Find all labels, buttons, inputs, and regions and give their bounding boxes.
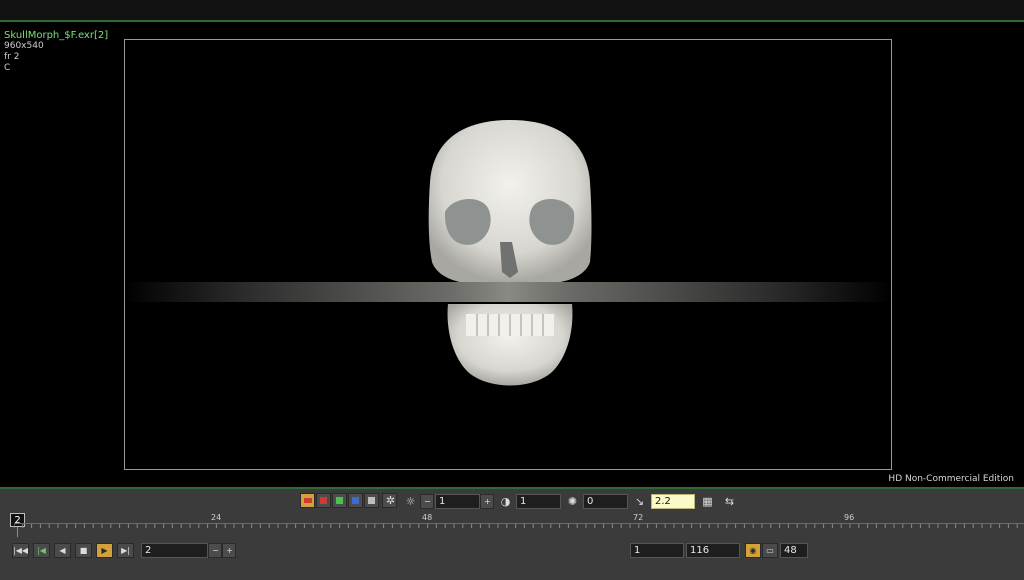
offset-icon: ✺ bbox=[567, 495, 578, 508]
clock-icon: ◉ bbox=[749, 546, 757, 555]
skip-back-icon: |◀◀ bbox=[13, 546, 28, 555]
step-forward-icon: ▶| bbox=[121, 546, 130, 555]
stop-icon: ■ bbox=[79, 546, 88, 555]
plus-icon: + bbox=[484, 497, 491, 506]
alpha-channel-button[interactable] bbox=[364, 493, 379, 508]
green-swatch-icon bbox=[336, 497, 343, 504]
gain-decrement-button[interactable]: − bbox=[420, 494, 434, 509]
gain-increment-button[interactable]: + bbox=[480, 494, 494, 509]
blue-channel-button[interactable] bbox=[348, 493, 363, 508]
skull-image bbox=[428, 120, 592, 386]
fps-icon: ▭ bbox=[766, 546, 774, 555]
play-icon: ▶ bbox=[101, 546, 108, 555]
offset-field[interactable]: 0 bbox=[583, 494, 628, 509]
play-reverse-button[interactable]: ◀ bbox=[54, 543, 71, 558]
realtime-toggle[interactable]: ◉ bbox=[745, 543, 761, 558]
lut-settings-button[interactable]: ✲ bbox=[382, 493, 397, 508]
minus-icon: − bbox=[212, 546, 219, 555]
range-end-field[interactable]: 116 bbox=[686, 543, 740, 558]
display-gamma-icon: ↘ bbox=[634, 495, 645, 508]
range-start-field[interactable]: 1 bbox=[630, 543, 684, 558]
tick-label: 24 bbox=[211, 513, 222, 522]
fps-mode-button[interactable]: ▭ bbox=[762, 543, 778, 558]
gear-icon: ✲ bbox=[385, 494, 396, 507]
step-back-icon: |◀ bbox=[37, 546, 46, 555]
alpha-icon bbox=[368, 497, 375, 504]
tick-label: 72 bbox=[633, 513, 644, 522]
green-channel-button[interactable] bbox=[332, 493, 347, 508]
step-back-button[interactable]: |◀ bbox=[33, 543, 50, 558]
fps-field[interactable]: 48 bbox=[780, 543, 808, 558]
viewer-options-icon[interactable]: ⇆ bbox=[722, 494, 737, 509]
frame-increment-button[interactable]: + bbox=[222, 543, 236, 558]
viewer-controls: ✲ ☼ − 1 + ◑ 1 ✺ 0 ↘ 2.2 ▦ ⇆ 2 24 48 72 9… bbox=[0, 487, 1024, 580]
go-to-start-button[interactable]: |◀◀ bbox=[12, 543, 29, 558]
exposure-icon: ☼ bbox=[405, 495, 416, 508]
play-forward-button[interactable]: ▶ bbox=[96, 543, 113, 558]
tick-label: 48 bbox=[422, 513, 433, 522]
plus-icon: + bbox=[226, 546, 233, 555]
wipe-strip bbox=[124, 282, 892, 302]
blue-swatch-icon bbox=[352, 497, 359, 504]
frame-decrement-button[interactable]: − bbox=[208, 543, 222, 558]
minus-icon: − bbox=[424, 497, 431, 506]
display-toolbar: ✲ ☼ − 1 + ◑ 1 ✺ 0 ↘ 2.2 ▦ ⇆ bbox=[0, 491, 1024, 511]
stop-button[interactable]: ■ bbox=[75, 543, 92, 558]
top-bar bbox=[0, 0, 1024, 20]
timeline-ticks bbox=[14, 524, 1018, 528]
play-reverse-icon: ◀ bbox=[59, 546, 66, 555]
rgba-channel-button[interactable] bbox=[300, 493, 315, 508]
playback-controls: |◀◀ |◀ ◀ ■ ▶ ▶| 2 − + 1 116 ◉ ▭ 48 bbox=[0, 541, 1024, 561]
image-viewer[interactable]: SkullMorph_$F.exr[2] 960x540 fr 2 C HD N… bbox=[0, 22, 1024, 487]
step-forward-button[interactable]: ▶| bbox=[117, 543, 134, 558]
gain-field[interactable]: 1 bbox=[435, 494, 480, 509]
tick-label: 96 bbox=[844, 513, 855, 522]
edition-label: HD Non-Commercial Edition bbox=[888, 474, 1014, 484]
frame-field[interactable]: 2 bbox=[141, 543, 208, 558]
gamma-field[interactable]: 1 bbox=[516, 494, 561, 509]
grid-menu-icon[interactable]: ▦ bbox=[700, 494, 715, 509]
red-channel-button[interactable] bbox=[316, 493, 331, 508]
contrast-icon: ◑ bbox=[500, 495, 511, 508]
display-gamma-field[interactable]: 2.2 bbox=[651, 494, 695, 509]
rgba-icon bbox=[304, 498, 312, 503]
timeline[interactable]: 2 24 48 72 96 bbox=[0, 511, 1024, 539]
red-swatch-icon bbox=[320, 497, 327, 504]
